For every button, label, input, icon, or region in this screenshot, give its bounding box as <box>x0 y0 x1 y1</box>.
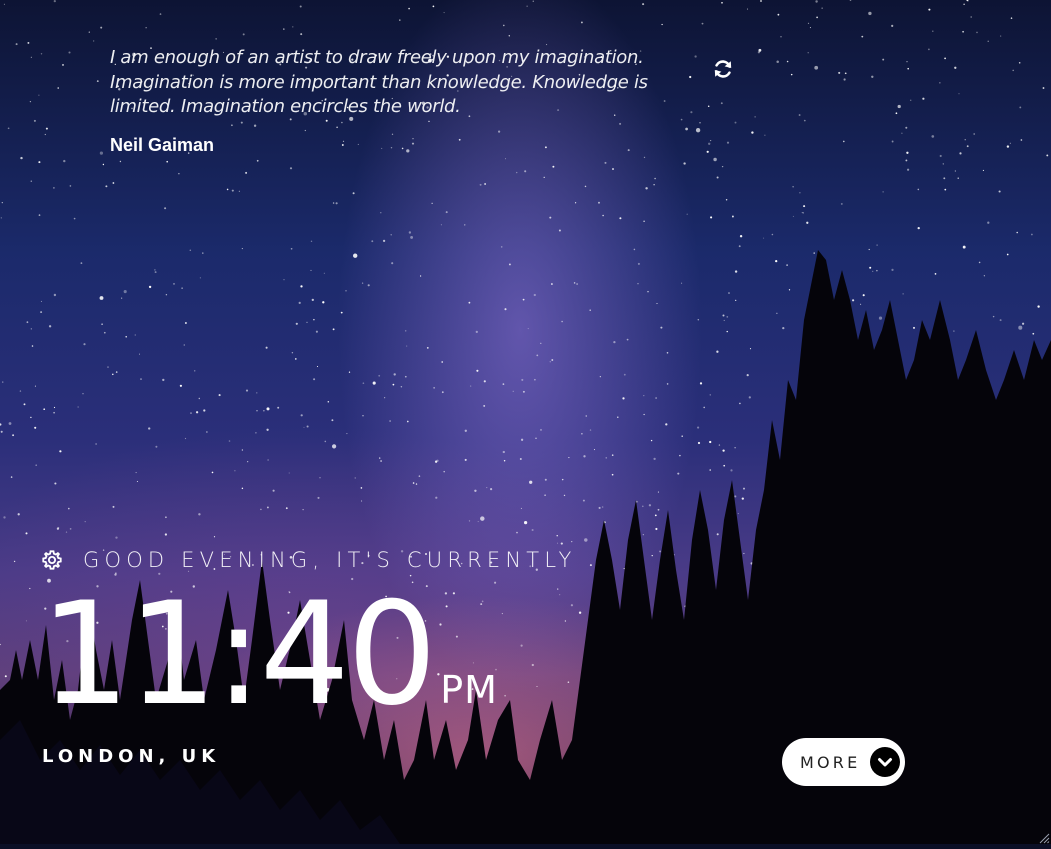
resize-grip-icon[interactable] <box>1038 831 1050 844</box>
more-button[interactable]: MORE <box>782 738 905 786</box>
quote-author: Neil Gaiman <box>110 134 215 155</box>
clock-time: 11:40 <box>40 572 437 737</box>
refresh-icon[interactable] <box>712 58 734 80</box>
quote-block: I am enough of an artist to draw freely … <box>110 46 680 156</box>
clock-period: PM <box>440 668 498 712</box>
clock: 11:40 PM <box>40 572 498 737</box>
quote-text: I am enough of an artist to draw freely … <box>110 47 648 117</box>
greeting-row: GOOD EVENING, IT'S CURRENTLY <box>41 546 576 574</box>
greeting-text: GOOD EVENING, IT'S CURRENTLY <box>83 548 577 572</box>
location-label: LONDON, UK <box>42 746 221 767</box>
more-button-label: MORE <box>800 752 861 772</box>
chevron-down-icon <box>870 747 900 777</box>
gear-icon[interactable] <box>41 549 63 571</box>
